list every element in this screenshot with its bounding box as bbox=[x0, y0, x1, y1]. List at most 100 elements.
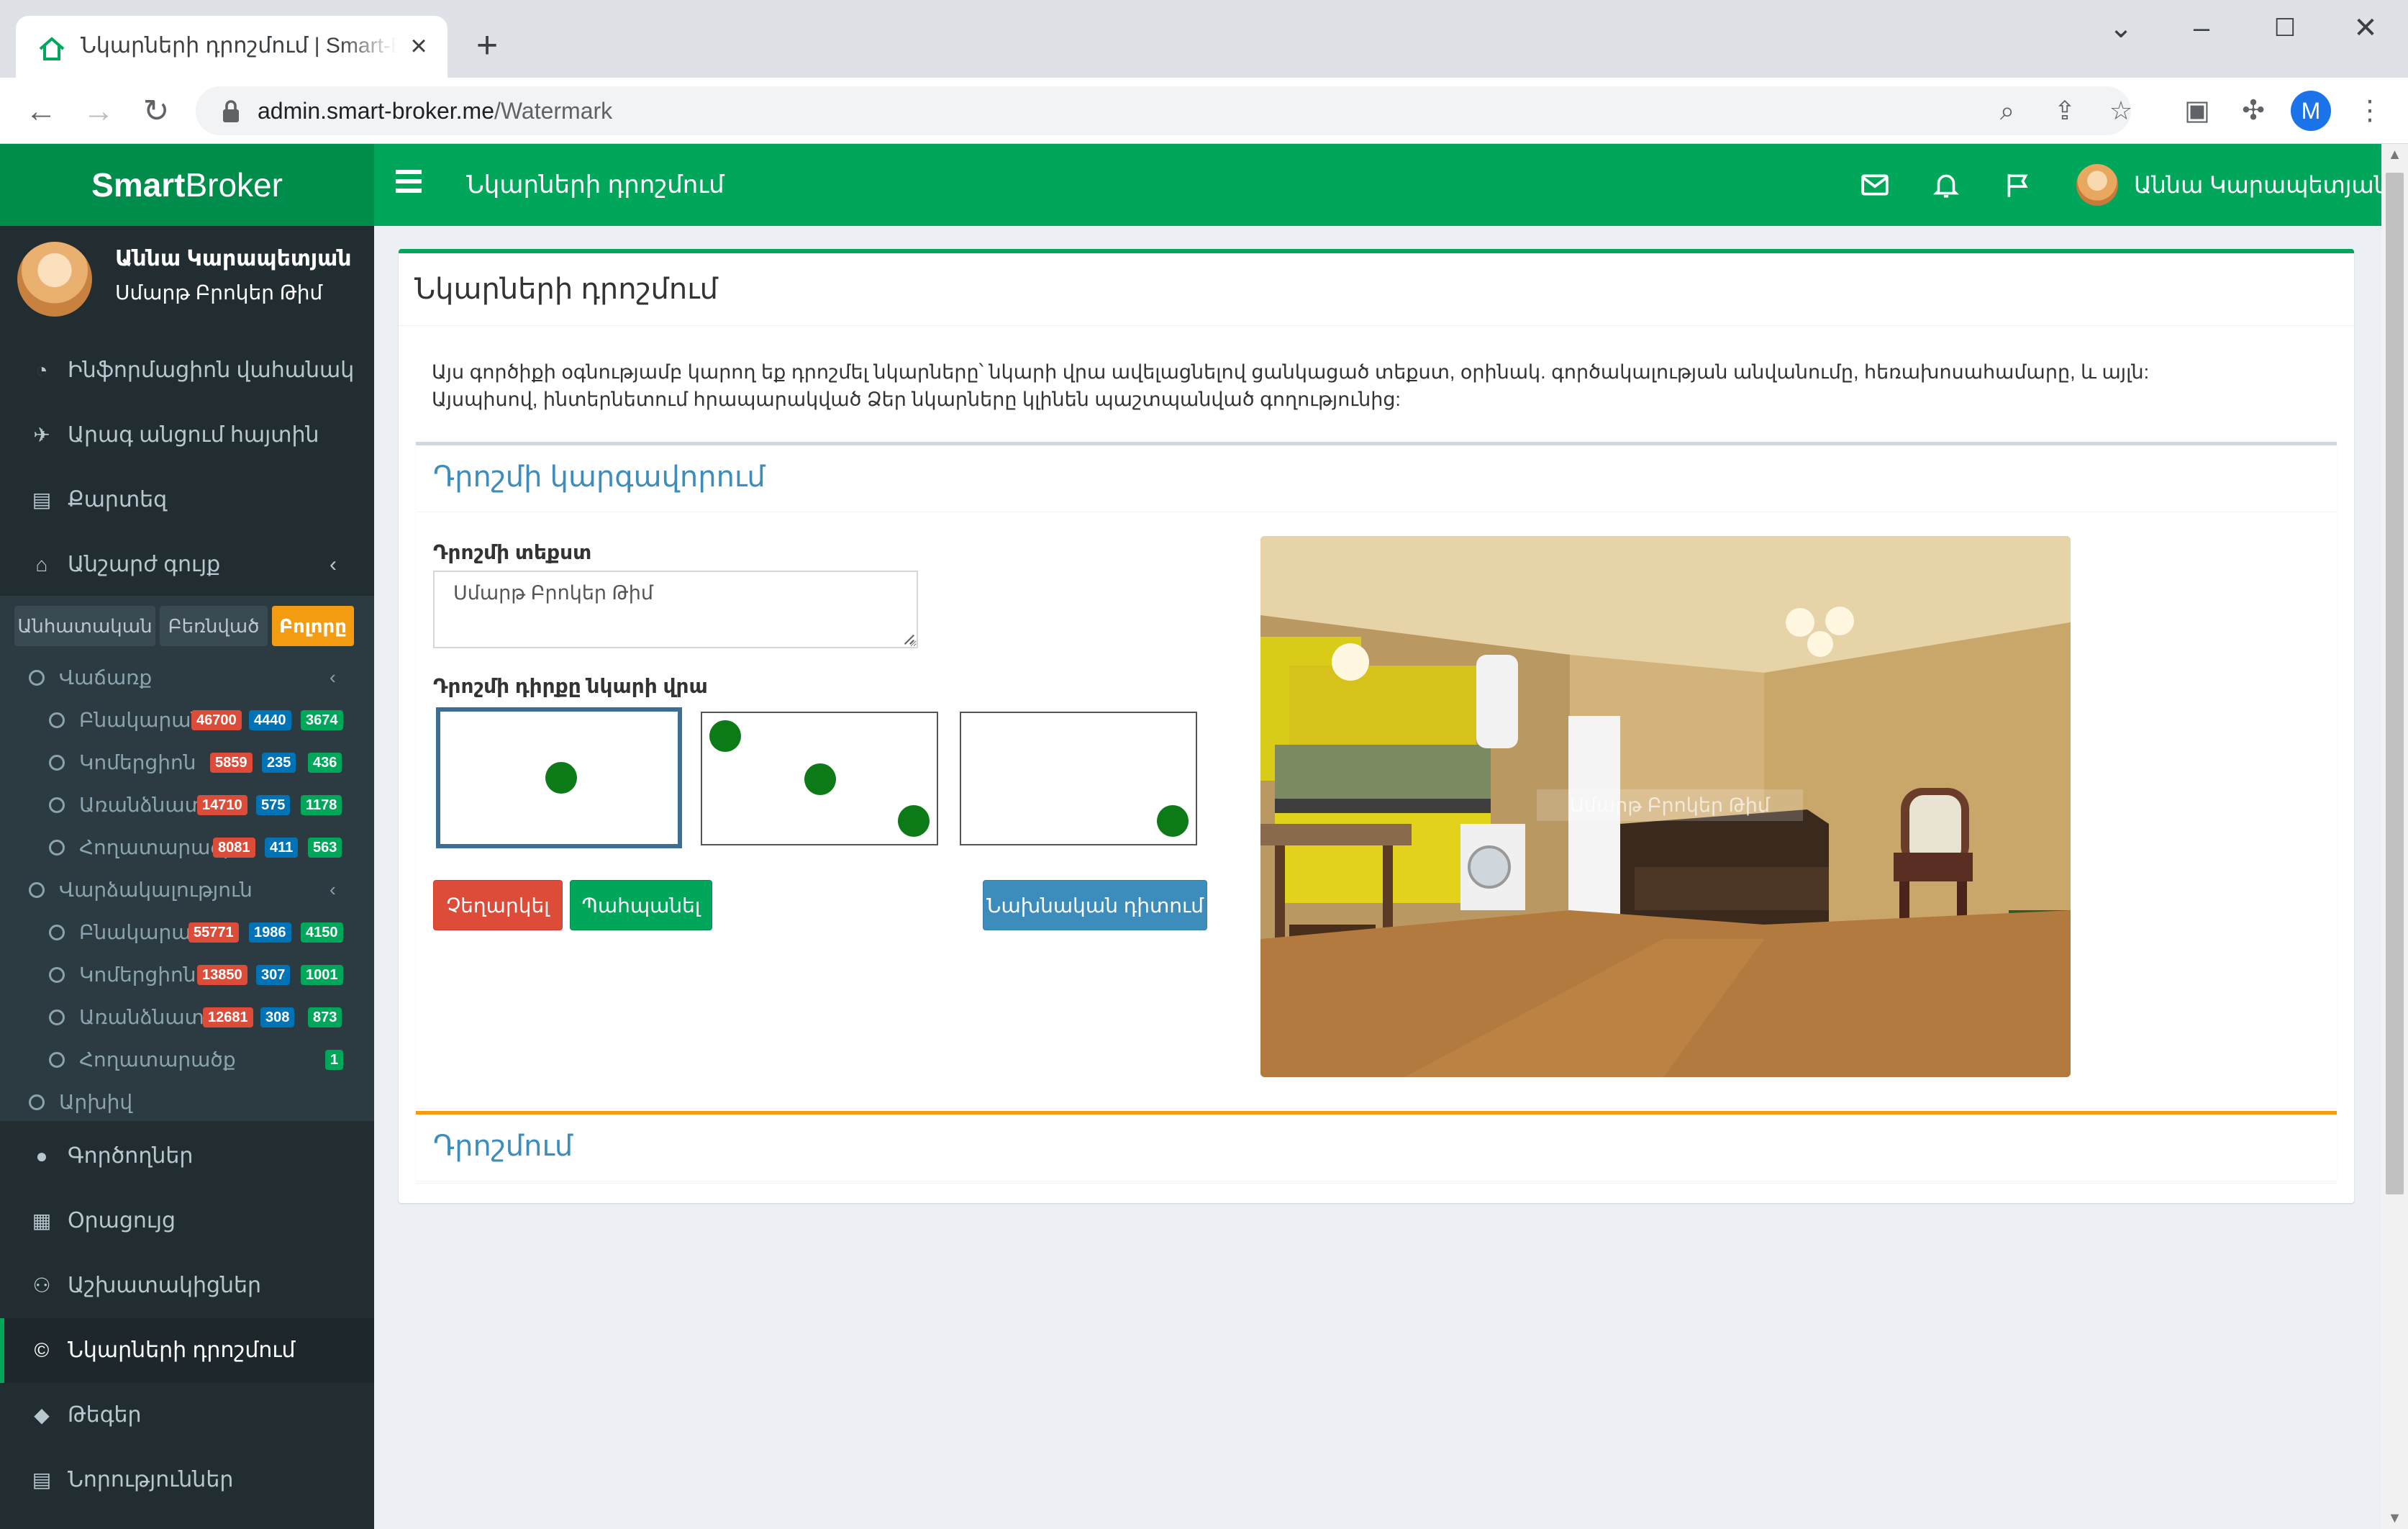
bell-icon[interactable] bbox=[1931, 170, 1961, 200]
zoom-icon[interactable]: ⌕ bbox=[1993, 96, 2022, 125]
page-scrollbar[interactable]: ▲ ▼ bbox=[2381, 144, 2408, 1529]
count-badge-blue: 307 bbox=[256, 965, 291, 985]
reload-button[interactable]: ↻ bbox=[138, 94, 174, 130]
watermark-text-label: Դրոշմի տեքստ bbox=[433, 541, 592, 563]
position-option-bottom-right[interactable] bbox=[960, 712, 1197, 845]
new-tab-button[interactable]: + bbox=[469, 27, 505, 64]
sidebar-item-dashboard[interactable]: ◔ Ինֆորմացիոն վահանակ bbox=[0, 338, 374, 403]
circle-icon bbox=[29, 670, 45, 686]
sidebar-toggle-icon[interactable] bbox=[396, 170, 422, 199]
circle-icon bbox=[29, 1094, 45, 1110]
url-text: admin.smart-broker.me/Watermark bbox=[258, 98, 613, 124]
sidebar-item-employees[interactable]: ⚇ Աշխատակիցներ bbox=[0, 1253, 374, 1318]
filter-tab-individual[interactable]: Անհատական bbox=[14, 606, 155, 646]
address-bar[interactable]: admin.smart-broker.me/Watermark ⌕ ⇪ ☆ bbox=[196, 86, 2132, 135]
circle-icon bbox=[49, 1052, 65, 1068]
tree-item-rent-apartment[interactable]: Բնակարան 55771 1986 4150 bbox=[0, 911, 374, 953]
menu-kebab-icon[interactable]: ⋮ bbox=[2351, 92, 2389, 130]
avatar bbox=[17, 242, 92, 317]
tree-group-rent[interactable]: Վարձակալություն ‹ bbox=[0, 868, 374, 911]
circle-icon bbox=[49, 797, 65, 813]
tree-item-sale-house[interactable]: Առանձնատուն 14710 575 1178 bbox=[0, 784, 374, 826]
flag-icon[interactable] bbox=[2003, 170, 2033, 200]
tree-item-sale-commercial[interactable]: Կոմերցիոն 5859 235 436 bbox=[0, 741, 374, 784]
calendar-icon: ▦ bbox=[32, 1210, 52, 1232]
circle-icon bbox=[49, 967, 65, 983]
lock-icon bbox=[223, 100, 239, 122]
position-option-center[interactable] bbox=[436, 707, 682, 848]
extensions-puzzle-icon[interactable]: ✣ bbox=[2235, 92, 2272, 130]
position-dot bbox=[709, 720, 741, 752]
preview-button[interactable]: Նախնական դիտում bbox=[983, 880, 1207, 930]
header-user-name[interactable]: Աննա Կարապետյան bbox=[2134, 167, 2389, 203]
header-avatar[interactable] bbox=[2076, 164, 2118, 206]
settings-title: Դրոշմի կարգավորում bbox=[433, 461, 765, 493]
count-badge-blue: 4440 bbox=[249, 710, 291, 730]
tree-item-sale-apartment[interactable]: Բնակարան 46700 4440 3674 bbox=[0, 699, 374, 741]
plane-icon: ✈ bbox=[33, 424, 50, 446]
tree-group-sale[interactable]: Վաճառք ‹ bbox=[0, 656, 374, 699]
media-icon[interactable]: ▣ bbox=[2178, 92, 2216, 130]
count-badge-blue: 235 bbox=[262, 753, 296, 773]
scrollbar-thumb[interactable] bbox=[2386, 173, 2404, 1194]
close-tab-icon[interactable]: × bbox=[404, 32, 433, 60]
forward-button[interactable]: → bbox=[81, 94, 117, 130]
chevron-left-icon: ‹ bbox=[330, 879, 336, 900]
position-option-diagonal[interactable] bbox=[701, 712, 938, 845]
tree-item-rent-land[interactable]: Հողատարածք 1 bbox=[0, 1038, 374, 1081]
tree-item-rent-commercial[interactable]: Կոմերցիոն 13850 307 1001 bbox=[0, 953, 374, 996]
sidebar: Աննա Կարապետյան Սմարթ Բրոկեր Թիմ ◔ Ինֆոր… bbox=[0, 226, 374, 1529]
watermark-preview-text: Սմարթ Բրոկեր Թիմ bbox=[1537, 789, 1803, 821]
logo[interactable]: SmartBroker bbox=[0, 144, 374, 226]
minimize-button[interactable]: – bbox=[2180, 13, 2223, 43]
chevron-left-icon: ‹ bbox=[330, 553, 337, 576]
resize-grip-icon[interactable] bbox=[902, 632, 915, 645]
tree-item-sale-land[interactable]: Հողատարածք 8081 411 563 bbox=[0, 826, 374, 868]
count-badge-red: 55771 bbox=[188, 922, 239, 943]
count-badge-blue: 1986 bbox=[249, 922, 291, 943]
circle-icon bbox=[49, 925, 65, 940]
scroll-down-arrow-icon[interactable]: ▼ bbox=[2381, 1507, 2408, 1529]
browser-tab[interactable]: Նկարների դրոշմում | Smart-Broker × bbox=[16, 16, 447, 78]
count-badge-blue: 411 bbox=[265, 838, 299, 858]
count-badge-red: 12681 bbox=[203, 1007, 253, 1027]
count-badge-red: 14710 bbox=[197, 795, 247, 815]
tree-item-rent-house[interactable]: Առանձնատուն 12681 308 873 bbox=[0, 996, 374, 1038]
count-badge-green: 3674 bbox=[301, 710, 343, 730]
sidebar-item-calendar[interactable]: ▦ Օրացույց bbox=[0, 1189, 374, 1253]
count-badge-green: 873 bbox=[308, 1007, 342, 1027]
scroll-up-arrow-icon[interactable]: ▲ bbox=[2381, 144, 2408, 165]
map-icon: ▤ bbox=[32, 489, 52, 511]
tab-search-chevron-icon[interactable]: ⌄ bbox=[2099, 13, 2143, 43]
bookmark-star-icon[interactable]: ☆ bbox=[2107, 96, 2135, 125]
sidebar-item-map[interactable]: ▤ Քարտեզ bbox=[0, 468, 374, 532]
back-button[interactable]: ← bbox=[23, 94, 59, 130]
count-badge-green: 436 bbox=[308, 753, 342, 773]
sidebar-item-tags[interactable]: ◆ Թեգեր bbox=[0, 1383, 374, 1448]
sidebar-item-quick-jump[interactable]: ✈ Արագ անցում հայտին bbox=[0, 403, 374, 468]
profile-avatar[interactable]: M bbox=[2291, 91, 2331, 131]
count-badge-green: 1 bbox=[325, 1050, 344, 1070]
filter-tab-all[interactable]: Բոլորը bbox=[272, 606, 354, 646]
count-badge-blue: 575 bbox=[256, 795, 291, 815]
home-favicon-icon bbox=[39, 37, 65, 60]
close-window-button[interactable]: ✕ bbox=[2344, 13, 2387, 43]
sidebar-item-real-estate[interactable]: ⌂ Անշարժ գույք ‹ bbox=[0, 532, 374, 597]
watermark-text-input[interactable]: Սմարթ Բրոկեր Թիմ bbox=[433, 571, 918, 648]
cancel-button[interactable]: Չեղարկել bbox=[433, 880, 563, 930]
count-badge-green: 563 bbox=[308, 838, 342, 858]
sidebar-item-news[interactable]: ▤ Նորություններ bbox=[0, 1448, 374, 1512]
sidebar-item-watermark[interactable]: © Նկարների դրոշմում bbox=[0, 1318, 374, 1383]
copyright-icon: © bbox=[34, 1339, 50, 1361]
envelope-icon[interactable] bbox=[1860, 170, 1890, 200]
maximize-button[interactable]: ☐ bbox=[2263, 13, 2307, 43]
save-button[interactable]: Պահպանել bbox=[570, 880, 712, 930]
app-header: SmartBroker Նկարների դրոշմում Աննա Կարապ… bbox=[0, 144, 2389, 226]
tree-item-archive[interactable]: Արխիվ bbox=[0, 1081, 374, 1123]
preview-image: Սմարթ Բրոկեր Թիմ bbox=[1260, 536, 2071, 1077]
position-dot bbox=[1157, 805, 1189, 837]
share-icon[interactable]: ⇪ bbox=[2050, 96, 2079, 125]
filter-tab-loaded[interactable]: Բեռնված bbox=[160, 606, 268, 646]
sidebar-item-clients[interactable]: ● Գործողներ bbox=[0, 1124, 374, 1189]
count-badge-red: 46700 bbox=[191, 710, 242, 730]
